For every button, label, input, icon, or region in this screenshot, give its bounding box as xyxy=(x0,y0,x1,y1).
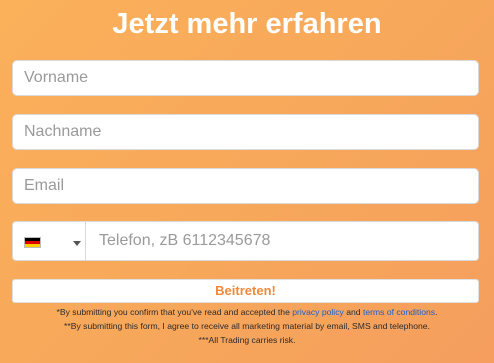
disclaimer-line-2: **By submitting this form, I agree to re… xyxy=(64,321,430,331)
privacy-policy-link[interactable]: privacy policy xyxy=(292,307,344,317)
last-name-input[interactable] xyxy=(12,114,479,150)
chevron-down-icon xyxy=(73,241,81,246)
disclaimer-line-3: ***All Trading carries risk. xyxy=(198,335,296,345)
germany-flag-icon xyxy=(24,237,41,248)
country-code-select[interactable] xyxy=(12,221,86,261)
terms-link[interactable]: terms of conditions xyxy=(363,307,435,317)
disclaimer-line-1: *By submitting you confirm that you've r… xyxy=(0,305,494,319)
form-title: Jetzt mehr erfahren xyxy=(112,8,382,40)
flag-band-gold xyxy=(25,244,40,247)
email-input[interactable] xyxy=(12,168,479,204)
submit-button[interactable]: Beitreten! xyxy=(12,279,479,303)
disclaimer-line-1-suffix: . xyxy=(435,307,438,317)
phone-input[interactable] xyxy=(86,221,479,261)
disclaimer-line-1-mid: and xyxy=(343,307,363,317)
phone-field xyxy=(12,221,479,261)
disclaimer: *By submitting you confirm that you've r… xyxy=(0,305,494,347)
disclaimer-line-1-prefix: *By submitting you confirm that you've r… xyxy=(56,307,293,317)
first-name-input[interactable] xyxy=(12,60,479,96)
signup-form: Jetzt mehr erfahren Beitreten! *By submi… xyxy=(0,0,494,363)
